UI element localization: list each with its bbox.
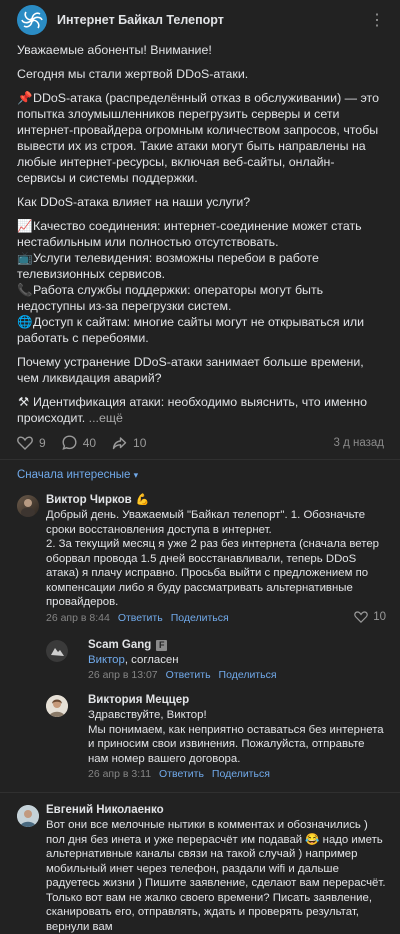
comment-author[interactable]: Евгений Николаенко — [46, 803, 386, 818]
comment-text: Добрый день. Уважаемый "Байкал телепорт"… — [46, 508, 386, 610]
swirl-logo-icon — [17, 5, 47, 35]
comment-button[interactable]: 40 — [62, 435, 96, 450]
post-time: 3 д назад — [333, 436, 385, 449]
like-count: 9 — [39, 435, 46, 450]
tv-icon: 📺 — [17, 251, 33, 265]
phone-icon: 📞 — [17, 283, 33, 297]
impact-text: Работа службы поддержки: операторы могут… — [17, 283, 324, 313]
author-name: Scam Gang — [88, 638, 152, 651]
comment-meta: 26 апр в 3:11 Ответить Поделиться — [88, 766, 386, 782]
avatar[interactable] — [17, 805, 39, 827]
comment-line: Здравствуйте, Виктор! — [88, 709, 207, 721]
author-name: Виктория Меццер — [88, 694, 190, 706]
comment: Виктор Чирков 💪 Добрый день. Уважаемый "… — [0, 487, 400, 628]
group-name[interactable]: Интернет Байкал Телепорт — [57, 13, 224, 27]
comment-author[interactable]: Scam Gang F — [88, 638, 386, 653]
comment: Евгений Николаенко Вот они все мелочные … — [0, 793, 400, 934]
comment-time: 26 апр в 8:44 — [46, 611, 110, 624]
reply: Виктория Меццер Здравствуйте, Виктор! Мы… — [0, 683, 400, 782]
comment-line: 2. За текущий месяц я уже 2 раз без инте… — [46, 538, 379, 608]
reply: Scam Gang F Виктор, согласен 26 апр в 13… — [0, 628, 400, 684]
share-icon — [112, 436, 127, 449]
like-button[interactable]: 9 — [17, 436, 46, 450]
reply-button[interactable]: Ответить — [118, 610, 163, 626]
avatar[interactable] — [17, 495, 39, 517]
comment-text: Здравствуйте, Виктор! Мы понимаем, как н… — [88, 708, 386, 766]
pin-icon: 📌 — [17, 91, 33, 105]
comment-time: 26 апр в 3:11 — [88, 768, 152, 780]
post-definition: 📌DDoS-атака (распределённый отказ в обсл… — [17, 90, 383, 186]
author-name: Виктор Чирков — [46, 494, 132, 506]
more-options-icon[interactable]: ⋮ — [369, 10, 386, 30]
impact-item: 🌐Доступ к сайтам: многие сайты могут не … — [17, 314, 383, 346]
impact-item: 📞Работа службы поддержки: операторы могу… — [17, 282, 383, 314]
tools-icon: ⚒ — [17, 395, 30, 409]
comment-time: 26 апр в 13:07 — [88, 669, 158, 681]
post-text: Уважаемые абоненты! Внимание! Сегодня мы… — [0, 40, 400, 426]
definition-text: DDoS-атака (распределённый отказ в обслу… — [17, 91, 379, 185]
chart-icon: 📈 — [17, 219, 33, 233]
comment-like-count: 10 — [373, 610, 386, 623]
impact-item: 📺Услуги телевидения: возможны перебои в … — [17, 250, 383, 282]
post-question: Как DDoS-атака влияет на наши услуги? — [17, 195, 251, 209]
comment-line: Мы понимаем, как неприятно оставаться бе… — [88, 723, 384, 765]
avatar[interactable] — [46, 695, 68, 717]
chevron-down-icon: ▾ — [133, 470, 139, 480]
comment-author[interactable]: Виктория Меццер — [88, 693, 386, 708]
group-logo[interactable] — [17, 5, 47, 35]
post-header: Интернет Байкал Телепорт ⋮ — [0, 0, 400, 40]
comment-icon — [62, 435, 77, 450]
impact-item: 📈Качество соединения: интернет-соединени… — [17, 218, 383, 250]
share-button[interactable]: Поделиться — [212, 766, 270, 782]
comment-line: Добрый день. Уважаемый "Байкал телепорт"… — [46, 509, 366, 536]
author-name: Евгений Николаенко — [46, 804, 164, 816]
post-greeting: Уважаемые абоненты! Внимание! — [17, 43, 212, 57]
comment-meta: 26 апр в 13:07 Ответить Поделиться — [88, 667, 386, 683]
comment-text: Виктор, согласен — [88, 653, 386, 668]
avatar[interactable] — [46, 639, 68, 662]
comment-meta: 26 апр в 8:44 Ответить Поделиться 10 — [46, 610, 386, 626]
share-button[interactable]: Поделиться — [219, 667, 277, 683]
show-more-link[interactable]: ...ещё — [89, 411, 123, 425]
muscle-icon: 💪 — [135, 494, 150, 506]
heart-icon — [354, 610, 368, 623]
repost-count: 10 — [133, 435, 147, 450]
globe-icon: 🌐 — [17, 315, 33, 329]
comment-count: 40 — [82, 435, 97, 450]
comment-like-button[interactable]: 10 — [354, 609, 386, 625]
post-why: Почему устранение DDoS-атаки занимает бо… — [17, 355, 364, 385]
sort-selector[interactable]: Сначала интересные ▾ — [0, 460, 400, 487]
impact-list: 📈Качество соединения: интернет-соединени… — [17, 218, 383, 346]
post-step: ⚒ Идентификация атаки: необходимо выяснит… — [17, 394, 383, 426]
sort-label: Сначала интересные — [17, 469, 131, 481]
comment-text: Вот они все мелочные нытики в комментах … — [46, 819, 386, 933]
post-card: Интернет Байкал Телепорт ⋮ Уважаемые або… — [0, 0, 400, 934]
impact-text: Качество соединения: интернет-соединение… — [17, 219, 362, 249]
badge-icon: F — [156, 639, 168, 651]
reply-button[interactable]: Ответить — [166, 667, 211, 683]
reply-button[interactable]: Ответить — [159, 766, 204, 782]
impact-text: Доступ к сайтам: многие сайты могут не о… — [17, 315, 365, 345]
comment-author[interactable]: Виктор Чирков 💪 — [46, 493, 386, 508]
post-actions: 9 40 10 3 д назад — [0, 426, 400, 459]
reply-text: , согласен — [124, 653, 179, 666]
share-button[interactable]: Поделиться — [171, 610, 229, 626]
step-text: Идентификация атаки: необходимо выяснить… — [17, 395, 368, 425]
impact-text: Услуги телевидения: возможны перебои в р… — [17, 251, 319, 281]
mention-link[interactable]: Виктор — [88, 654, 125, 666]
repost-button[interactable]: 10 — [112, 436, 146, 450]
post-intro: Сегодня мы стали жертвой DDoS-атаки. — [17, 67, 249, 81]
heart-icon — [17, 435, 33, 450]
